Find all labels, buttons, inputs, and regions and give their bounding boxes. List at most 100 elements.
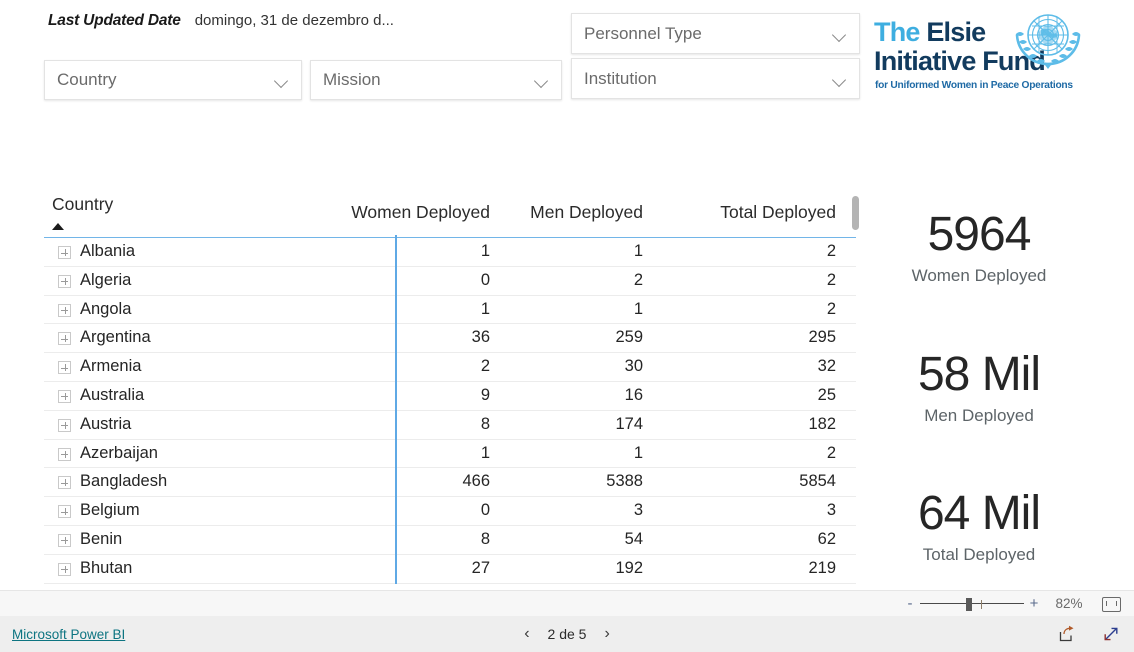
expand-row-icon[interactable] — [58, 562, 71, 576]
kpi-card-women-deployed: 5964 Women Deployed — [869, 208, 1089, 286]
expand-row-icon[interactable] — [58, 303, 71, 317]
cell-men-deployed: 54 — [624, 529, 643, 548]
cell-total-deployed: 219 — [808, 558, 836, 577]
kpi-card-men-deployed: 58 Mil Men Deployed — [869, 348, 1089, 426]
expand-row-icon[interactable] — [58, 332, 71, 346]
expand-row-icon[interactable] — [58, 246, 71, 259]
table-row[interactable]: Austria 8 174 182 — [44, 411, 856, 440]
share-export-icon[interactable] — [1058, 625, 1076, 643]
column-header-men-deployed[interactable]: Men Deployed — [530, 202, 643, 223]
cell-men-deployed: 5388 — [606, 472, 643, 491]
logo-elsie-text: Elsie — [926, 17, 986, 47]
cell-country: Austria — [80, 414, 132, 433]
logo-wordmark: The Elsie Initiative Fund — [874, 18, 1046, 76]
table-row[interactable]: Argentina 36 259 295 — [44, 324, 856, 354]
cell-total-deployed: 2 — [826, 270, 836, 289]
cell-total-deployed: 25 — [817, 385, 836, 404]
zoom-slider-thumb[interactable] — [966, 597, 972, 611]
last-updated-value: domingo, 31 de dezembro d... — [194, 12, 394, 29]
table-row[interactable]: Angola 1 1 2 — [44, 296, 856, 325]
chevron-down-icon — [833, 27, 847, 41]
table-row[interactable]: Algeria 0 2 2 — [44, 267, 856, 296]
cell-women-deployed: 8 — [480, 414, 490, 433]
expand-row-icon[interactable] — [58, 476, 71, 490]
kpi-label-total-deployed: Total Deployed — [922, 545, 1036, 564]
report-canvas: Last Updated Date domingo, 31 de dezembr… — [0, 0, 1134, 590]
cell-country: Belgium — [80, 501, 140, 520]
expand-row-icon[interactable] — [58, 505, 71, 519]
cell-total-deployed: 62 — [817, 529, 836, 548]
cell-women-deployed: 466 — [462, 472, 490, 491]
cell-women-deployed: 1 — [480, 242, 490, 260]
sort-ascending-icon[interactable] — [52, 223, 64, 230]
slicer-institution-label: Institution — [584, 68, 657, 88]
table-row[interactable]: Belgium 0 3 3 — [44, 497, 856, 526]
logo-line-2: Initiative Fund — [874, 46, 1046, 76]
cell-women-deployed: 2 — [480, 357, 490, 376]
expand-row-icon[interactable] — [58, 418, 71, 432]
table-row[interactable]: Armenia 2 30 32 — [44, 353, 856, 382]
logo-line-1: The Elsie — [874, 18, 1026, 47]
footer-actions — [1058, 625, 1120, 643]
page-indicator: 2 de 5 — [547, 626, 587, 642]
chevron-right-icon[interactable]: › — [604, 626, 609, 642]
zoom-out-button[interactable]: - — [902, 596, 918, 611]
chevron-down-icon — [535, 73, 549, 87]
column-header-total-deployed[interactable]: Total Deployed — [720, 202, 836, 223]
table-scrollbar-thumb[interactable] — [852, 196, 859, 230]
last-updated-label: Last Updated Date — [48, 12, 181, 29]
expand-row-icon[interactable] — [58, 533, 71, 547]
cell-men-deployed: 2 — [633, 270, 643, 289]
slicer-personnel-type[interactable]: Personnel Type — [571, 13, 860, 54]
kpi-label-men-deployed: Men Deployed — [924, 406, 1034, 425]
cell-total-deployed: 2 — [826, 242, 836, 260]
cell-men-deployed: 30 — [624, 357, 643, 376]
slicer-mission[interactable]: Mission — [310, 60, 562, 100]
cell-women-deployed: 1 — [480, 299, 490, 318]
cell-total-deployed: 5854 — [799, 472, 836, 491]
table-row[interactable]: Albania 1 1 2 — [44, 238, 856, 267]
cell-women-deployed: 0 — [480, 501, 490, 520]
expand-row-icon[interactable] — [58, 361, 71, 375]
slicer-institution[interactable]: Institution — [571, 58, 860, 99]
kpi-value-total-deployed: 64 Mil — [917, 487, 1041, 540]
zoom-slider-track — [920, 603, 1024, 605]
cell-country: Albania — [80, 242, 136, 260]
cell-women-deployed: 9 — [480, 385, 490, 404]
kpi-card-total-deployed: 64 Mil Total Deployed — [869, 487, 1089, 565]
page-navigation: ‹ 2 de 5 › — [0, 626, 1134, 643]
footer-bar: Microsoft Power BI ‹ 2 de 5 › — [0, 616, 1134, 652]
table-row[interactable]: Azerbaijan 1 1 2 — [44, 440, 856, 469]
fit-to-page-icon[interactable] — [1100, 596, 1122, 612]
zoom-slider[interactable] — [920, 596, 1024, 612]
cell-men-deployed: 16 — [624, 385, 643, 404]
cell-men-deployed: 174 — [615, 414, 643, 433]
chevron-left-icon[interactable]: ‹ — [524, 626, 529, 642]
expand-row-icon[interactable] — [58, 274, 71, 288]
cell-men-deployed: 1 — [633, 299, 643, 318]
column-header-country[interactable]: Country — [52, 194, 113, 215]
cell-total-deployed: 295 — [808, 328, 836, 347]
cell-women-deployed: 27 — [471, 558, 490, 577]
table-row[interactable]: Benin 8 54 62 — [44, 526, 856, 555]
table-row[interactable]: Australia 9 16 25 — [44, 382, 856, 411]
zoom-in-button[interactable]: + — [1026, 596, 1042, 611]
kpi-value-women-deployed: 5964 — [927, 208, 1032, 261]
cell-women-deployed: 1 — [480, 443, 490, 462]
chevron-down-icon — [275, 73, 289, 87]
expand-row-icon[interactable] — [58, 389, 71, 403]
table-body: Albania 1 1 2 Algeria 0 2 2 Angola 1 1 2 Argentina 36… — [44, 238, 856, 584]
slicer-country-label: Country — [57, 70, 117, 89]
cell-total-deployed: 32 — [817, 357, 836, 376]
table-scrollbar[interactable] — [852, 192, 859, 584]
fullscreen-expand-icon[interactable] — [1102, 625, 1120, 643]
last-updated-row: Last Updated Date domingo, 31 de dezembr… — [48, 12, 394, 30]
table-row[interactable]: Bhutan 27 192 219 — [44, 555, 856, 584]
table-row[interactable]: Bangladesh 466 5388 5854 — [44, 468, 856, 498]
cell-country: Armenia — [80, 357, 142, 376]
slicer-country[interactable]: Country — [44, 60, 302, 100]
expand-row-icon[interactable] — [58, 447, 71, 461]
column-header-women-deployed[interactable]: Women Deployed — [351, 202, 490, 223]
cell-men-deployed: 192 — [615, 558, 643, 577]
deployment-table: Country Women Deployed Men Deployed Tota… — [44, 186, 856, 584]
